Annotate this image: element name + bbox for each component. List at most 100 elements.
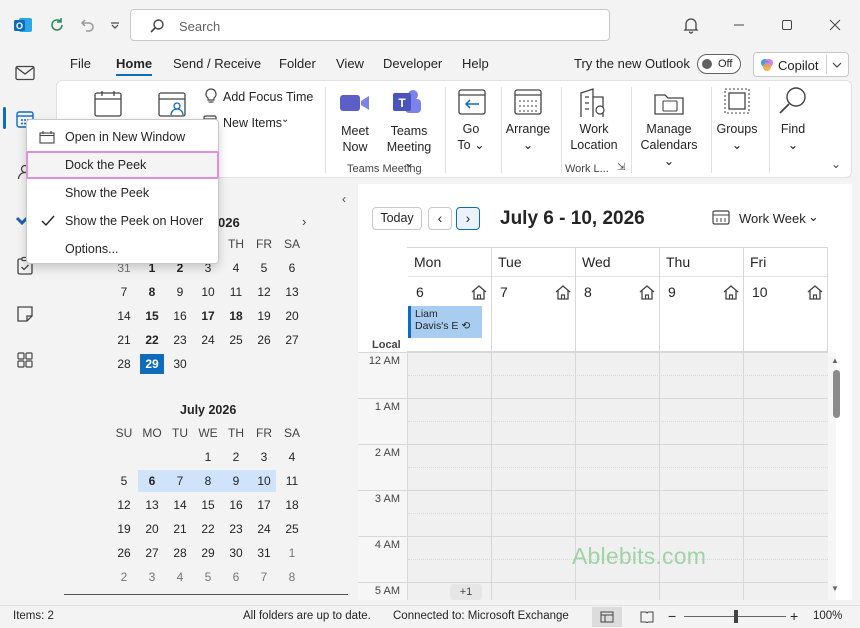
calendar-day[interactable]: 9 [224, 471, 248, 491]
calendar-day[interactable]: 27 [280, 330, 304, 350]
undo-icon[interactable] [76, 14, 98, 36]
home-icon[interactable] [554, 283, 572, 301]
calendar-day[interactable]: 20 [140, 519, 164, 539]
vertical-scrollbar[interactable]: ▲ ▼ [831, 356, 840, 596]
zoom-out-icon[interactable]: − [668, 608, 676, 624]
calendar-day[interactable]: 11 [224, 282, 248, 302]
add-focus-time-button[interactable]: Add Focus Time [223, 89, 313, 105]
calendar-day[interactable]: 23 [168, 330, 192, 350]
calendar-day[interactable]: 28 [168, 543, 192, 563]
tab-send-receive[interactable]: Send / Receive [173, 56, 261, 71]
reading-view-icon[interactable] [640, 611, 654, 623]
calendar-day[interactable]: 4 [224, 258, 248, 278]
zoom-in-icon[interactable]: + [790, 608, 798, 624]
calendar-day[interactable]: 10 [252, 471, 276, 491]
view-selector[interactable]: Work Week [739, 211, 806, 226]
menu-open-new-window[interactable]: Open in New Window [27, 123, 218, 151]
teams-icon[interactable]: T [391, 87, 423, 117]
tab-developer[interactable]: Developer [383, 56, 442, 71]
day-number[interactable]: 7 [500, 284, 508, 300]
calendar-day[interactable]: 21 [112, 330, 136, 350]
tab-help[interactable]: Help [462, 56, 489, 71]
copilot-button[interactable]: Copilot [753, 52, 849, 77]
menu-options[interactable]: Options... [27, 235, 218, 263]
menu-show-peek-on-hover[interactable]: Show the Peek on Hover [27, 207, 218, 235]
calendar-day[interactable]: 24 [196, 330, 220, 350]
manage-calendars-icon[interactable] [653, 87, 685, 117]
calendar-day[interactable]: 5 [252, 258, 276, 278]
meet-now-icon[interactable] [339, 91, 371, 115]
home-icon[interactable] [806, 283, 824, 301]
close-icon[interactable] [824, 14, 846, 36]
find-button[interactable]: Find ⌄ [771, 121, 815, 153]
day-number[interactable]: 10 [752, 284, 768, 300]
calendar-day[interactable]: 12 [112, 495, 136, 515]
calendar-day[interactable]: 13 [280, 282, 304, 302]
calendar-day[interactable]: 13 [140, 495, 164, 515]
day-number[interactable]: 8 [584, 284, 592, 300]
calendar-day[interactable]: 18 [280, 495, 304, 515]
new-outlook-toggle[interactable]: Off [697, 54, 741, 74]
calendar-day[interactable]: 17 [252, 495, 276, 515]
scroll-down-icon[interactable]: ▼ [831, 584, 839, 593]
calendar-day[interactable]: 29 [196, 543, 220, 563]
collapse-pane-icon[interactable]: ‹ [342, 192, 346, 206]
calendar-day[interactable]: 30 [224, 543, 248, 563]
maximize-icon[interactable] [776, 14, 798, 36]
calendar-day[interactable]: 4 [168, 567, 192, 587]
mail-icon[interactable] [13, 61, 37, 85]
calendar-day[interactable]: 14 [112, 306, 136, 326]
calendar-day[interactable]: 26 [252, 330, 276, 350]
calendar-day[interactable]: 17 [196, 306, 220, 326]
calendar-day[interactable]: 1 [196, 447, 220, 467]
groups-icon[interactable] [721, 85, 753, 117]
new-meeting-icon[interactable] [157, 89, 189, 119]
calendar-day[interactable]: 15 [140, 306, 164, 326]
calendar-day[interactable]: 25 [280, 519, 304, 539]
dialog-launcher-icon[interactable]: ⇲ [617, 162, 625, 173]
menu-show-the-peek[interactable]: Show the Peek [27, 179, 218, 207]
calendar-day[interactable]: 29 [140, 354, 164, 374]
arrange-button[interactable]: Arrange ⌄ [505, 121, 551, 153]
scroll-up-icon[interactable]: ▲ [831, 356, 839, 365]
day-number[interactable]: 9 [668, 284, 676, 300]
calendar-day[interactable]: 5 [196, 567, 220, 587]
calendar-day[interactable]: 8 [196, 471, 220, 491]
calendar-day[interactable]: 10 [196, 282, 220, 302]
calendar-day[interactable]: 14 [168, 495, 192, 515]
search-input[interactable]: Search [130, 9, 610, 41]
tab-folder[interactable]: Folder [279, 56, 316, 71]
normal-view-button[interactable] [592, 607, 622, 627]
calendar-day[interactable]: 6 [280, 258, 304, 278]
calendar-day[interactable]: 4 [280, 447, 304, 467]
tab-home[interactable]: Home [116, 56, 153, 76]
calendar-day[interactable]: 30 [168, 354, 192, 374]
go-to-button[interactable]: Go To ⌄ [453, 121, 489, 153]
calendar-day[interactable]: 7 [112, 282, 136, 302]
calendar-day[interactable]: 16 [224, 495, 248, 515]
calendar-day[interactable]: 8 [140, 282, 164, 302]
calendar-day[interactable]: 2 [112, 567, 136, 587]
chevron-down-icon[interactable] [832, 61, 842, 69]
groups-button[interactable]: Groups ⌄ [713, 121, 761, 153]
scroll-thumb[interactable] [833, 370, 840, 418]
calendar-day[interactable]: 25 [224, 330, 248, 350]
calendar-day[interactable]: 11 [280, 471, 304, 491]
calendar-day[interactable]: 12 [252, 282, 276, 302]
sync-icon[interactable] [46, 14, 68, 36]
calendar-day[interactable]: 16 [168, 306, 192, 326]
calendar-day[interactable]: 23 [224, 519, 248, 539]
previous-button[interactable]: ‹ [428, 207, 452, 230]
calendar-day[interactable]: 8 [280, 567, 304, 587]
calendar-day[interactable]: 6 [140, 471, 164, 491]
today-button[interactable]: Today [372, 207, 422, 230]
home-icon[interactable] [722, 283, 740, 301]
home-icon[interactable] [638, 283, 656, 301]
calendar-day[interactable]: 19 [252, 306, 276, 326]
home-icon[interactable] [470, 283, 488, 301]
calendar-day[interactable]: 18 [224, 306, 248, 326]
calendar-day[interactable]: 22 [196, 519, 220, 539]
calendar-day[interactable]: 9 [168, 282, 192, 302]
zoom-slider-thumb[interactable] [734, 610, 738, 623]
calendar-day[interactable]: 20 [280, 306, 304, 326]
